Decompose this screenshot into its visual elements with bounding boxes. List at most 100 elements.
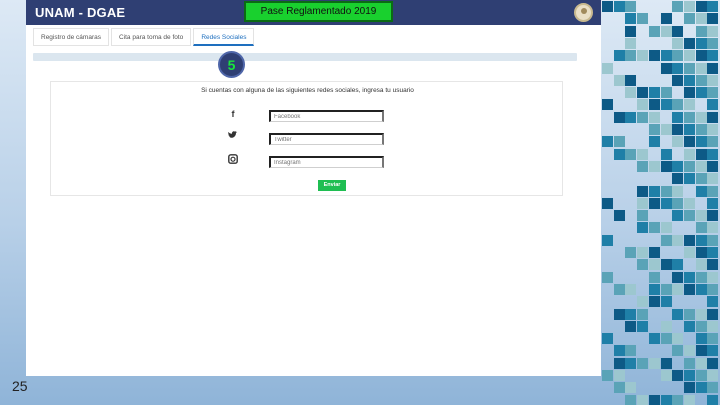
mosaic-tile <box>683 99 695 111</box>
mosaic-tile <box>707 283 719 295</box>
twitter-input[interactable] <box>269 133 384 145</box>
mosaic-tile <box>695 222 707 234</box>
mosaic-tile <box>613 50 625 62</box>
mosaic-tile <box>648 50 660 62</box>
mosaic-tile <box>707 197 719 209</box>
mosaic-tile <box>637 87 649 99</box>
mosaic-tile <box>683 74 695 86</box>
mosaic-tile <box>707 333 719 345</box>
mosaic-tile <box>695 357 707 369</box>
mosaic-tile <box>613 136 625 148</box>
mosaic-tile <box>660 357 672 369</box>
mosaic-tile <box>672 25 684 37</box>
mosaic-tile <box>695 382 707 394</box>
mosaic-tile <box>660 333 672 345</box>
mosaic-tile <box>672 234 684 246</box>
progress-bar <box>33 53 577 61</box>
mosaic-tile <box>707 173 719 185</box>
mosaic-tile <box>637 308 649 320</box>
mosaic-tile <box>683 210 695 222</box>
mosaic-tile <box>695 74 707 86</box>
mosaic-tile <box>660 234 672 246</box>
avatar[interactable] <box>574 3 593 22</box>
mosaic-tile <box>637 160 649 172</box>
mosaic-tile <box>695 345 707 357</box>
mosaic-tile <box>695 148 707 160</box>
mosaic-tile <box>707 308 719 320</box>
step-badge: 5 <box>218 51 245 78</box>
mosaic-tile <box>637 222 649 234</box>
mosaic-tile <box>683 271 695 283</box>
mosaic-tile <box>648 247 660 258</box>
mosaic-tile <box>637 357 649 369</box>
tab-redes-sociales[interactable]: Redes Sociales <box>193 28 255 46</box>
mosaic-tile <box>625 37 637 49</box>
tab-cita-foto[interactable]: Cita para toma de foto <box>110 28 192 46</box>
mosaic-tile <box>683 357 695 369</box>
mosaic-tile <box>660 62 672 74</box>
mosaic-tile <box>695 50 707 62</box>
mosaic-tile <box>660 160 672 172</box>
mosaic-tile <box>660 87 672 99</box>
mosaic-tile <box>695 13 707 25</box>
mosaic-tile <box>683 13 695 25</box>
mosaic-tile <box>695 271 707 283</box>
tab-registro-camaras[interactable]: Registro de cámaras <box>33 28 109 46</box>
mosaic-tile <box>637 13 649 25</box>
mosaic-tile <box>695 333 707 345</box>
mosaic-tile <box>695 308 707 320</box>
mosaic-tile <box>683 136 695 148</box>
mosaic-tile <box>613 345 625 357</box>
mosaic-tile <box>637 296 649 308</box>
mosaic-tile <box>707 234 719 246</box>
mosaic-tile <box>602 234 613 246</box>
mosaic-tile <box>672 74 684 86</box>
mosaic-tile <box>672 259 684 271</box>
mosaic-tile <box>707 37 719 49</box>
mosaic-tile <box>672 308 684 320</box>
mosaic-tile <box>672 124 684 135</box>
screenshot-window: UNAM - DGAE Registro de cámaras Cita par… <box>26 0 601 376</box>
mosaic-tile <box>672 370 684 381</box>
mosaic-tile <box>672 333 684 345</box>
submit-button[interactable]: Enviar <box>318 180 346 191</box>
mosaic-tile <box>648 259 660 271</box>
mosaic-tile <box>648 394 660 405</box>
mosaic-tile <box>625 111 637 123</box>
mosaic-tile <box>695 124 707 135</box>
mosaic-tile <box>602 99 613 111</box>
mosaic-tile <box>695 25 707 37</box>
mosaic-tile <box>613 210 625 222</box>
mosaic-tile <box>707 74 719 86</box>
mosaic-tile <box>613 283 625 295</box>
mosaic-tile <box>660 148 672 160</box>
mosaic-tile <box>707 320 719 332</box>
mosaic-tile <box>707 99 719 111</box>
mosaic-tile <box>707 382 719 394</box>
mosaic-tile <box>660 124 672 135</box>
mosaic-tile <box>613 370 625 381</box>
mosaic-tile <box>707 87 719 99</box>
mosaic-tile <box>648 124 660 135</box>
mosaic-tile <box>660 283 672 295</box>
mosaic-tile <box>683 148 695 160</box>
mosaic-tile <box>695 247 707 258</box>
mosaic-tile <box>672 136 684 148</box>
mosaic-tile <box>683 50 695 62</box>
mosaic-tile <box>683 370 695 381</box>
mosaic-tile <box>683 382 695 394</box>
mosaic-tile <box>660 222 672 234</box>
facebook-input[interactable] <box>269 110 384 122</box>
mosaic-tile <box>660 25 672 37</box>
mosaic-tile <box>648 99 660 111</box>
mosaic-tile <box>672 197 684 209</box>
mosaic-tile <box>672 62 684 74</box>
mosaic-tile <box>613 74 625 86</box>
mosaic-tile <box>695 173 707 185</box>
instagram-input[interactable] <box>269 156 384 168</box>
mosaic-tile <box>683 37 695 49</box>
mosaic-tile <box>648 357 660 369</box>
mosaic-tile <box>625 13 637 25</box>
facebook-row: f <box>223 108 443 124</box>
mosaic-tile <box>648 222 660 234</box>
